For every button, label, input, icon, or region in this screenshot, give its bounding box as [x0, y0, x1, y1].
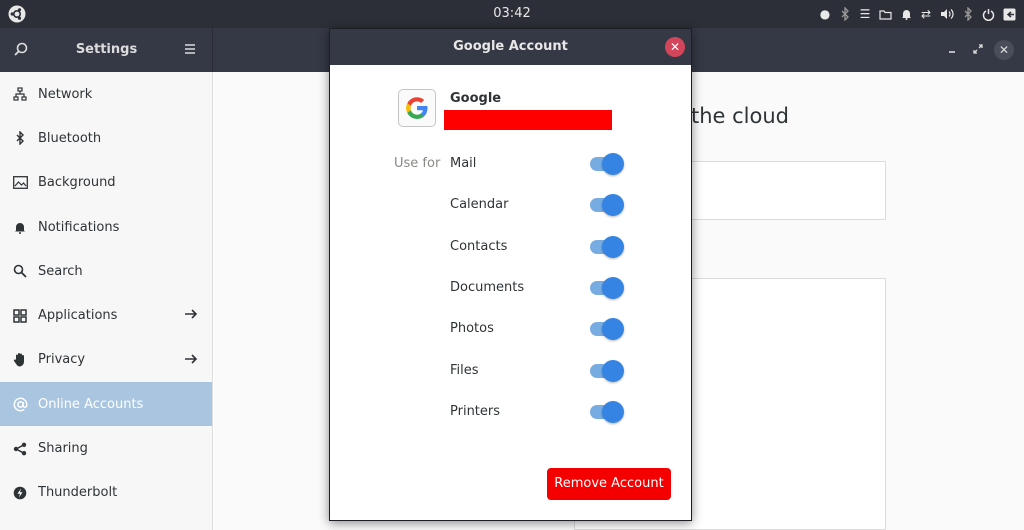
top-panel: 03:42 ● ☰ ⇄	[0, 0, 1024, 28]
dialog-header: Google Account ✕	[330, 29, 691, 65]
network-icon[interactable]: ⇄	[920, 0, 932, 28]
dialog-close-icon[interactable]: ✕	[665, 37, 685, 57]
sidebar-item-label: Notifications	[38, 219, 120, 235]
sidebar-item-label: Applications	[38, 308, 118, 324]
sidebar-item-online-accounts[interactable]: Online Accounts	[0, 382, 212, 427]
service-label: Photos	[450, 321, 494, 336]
toggle-knob	[602, 236, 624, 258]
sidebar-header: Settings	[0, 28, 213, 72]
search-icon[interactable]	[12, 41, 30, 59]
service-label: Calendar	[450, 197, 509, 212]
volume-icon[interactable]	[940, 0, 954, 28]
system-tray: ● ☰ ⇄	[819, 0, 1016, 28]
service-label: Files	[450, 363, 479, 378]
service-row-contacts: Contacts	[450, 235, 630, 259]
service-label: Contacts	[450, 239, 508, 254]
sidebar-item-label: Thunderbolt	[38, 485, 118, 501]
sidebar-item-sharing[interactable]: Sharing	[0, 426, 212, 470]
sidebar-item-label: Bluetooth	[38, 130, 102, 146]
contacts-toggle[interactable]	[590, 236, 624, 258]
at-icon	[12, 396, 28, 412]
calendar-toggle[interactable]	[590, 194, 624, 216]
grid-icon	[12, 308, 28, 324]
toggle-knob	[602, 194, 624, 216]
service-label: Printers	[450, 404, 501, 419]
toggle-knob	[602, 318, 624, 340]
minimize-icon[interactable]	[942, 40, 962, 60]
search-icon	[12, 263, 28, 279]
sidebar-item-background[interactable]: Background	[0, 161, 212, 205]
provider-name: Google	[450, 91, 502, 106]
sidebar-item-label: Search	[38, 263, 83, 279]
toggle-knob	[602, 153, 624, 175]
power-icon[interactable]	[982, 0, 995, 28]
documents-toggle[interactable]	[590, 277, 624, 299]
thunderbolt-icon	[12, 485, 28, 501]
sidebar-item-privacy[interactable]: Privacy	[0, 338, 212, 382]
bluetooth-dim-icon[interactable]	[839, 0, 851, 28]
sidebar: Network Bluetooth Background Notificatio…	[0, 72, 213, 530]
sidebar-item-bluetooth[interactable]: Bluetooth	[0, 116, 212, 160]
toggle-knob	[602, 401, 624, 423]
service-label: Documents	[450, 280, 525, 295]
network-icon	[12, 86, 28, 102]
window-title: Settings	[75, 42, 138, 57]
toggle-knob	[602, 277, 624, 299]
service-row-calendar: Calendar	[450, 193, 630, 217]
sidebar-item-label: Background	[38, 175, 116, 191]
sidebar-item-label: Online Accounts	[38, 396, 144, 412]
arrow-right-icon	[184, 352, 198, 366]
hand-icon	[12, 352, 28, 368]
bell-icon	[12, 219, 28, 235]
service-row-mail: Mail	[450, 152, 630, 176]
remove-account-button[interactable]: Remove Account	[547, 468, 671, 500]
sidebar-item-notifications[interactable]: Notifications	[0, 205, 212, 249]
bluetooth-icon	[12, 130, 28, 146]
sidebar-item-thunderbolt[interactable]: Thunderbolt	[0, 471, 212, 515]
dialog-title: Google Account	[453, 39, 568, 54]
photos-toggle[interactable]	[590, 318, 624, 340]
service-row-printers: Printers	[450, 400, 630, 424]
window-close-icon[interactable]: ✕	[994, 40, 1014, 60]
service-row-documents: Documents	[450, 276, 630, 300]
maximize-icon[interactable]	[968, 40, 988, 60]
sidebar-item-applications[interactable]: Applications	[0, 293, 212, 337]
hamburger-menu-icon[interactable]	[183, 42, 197, 56]
sidebar-item-label: Network	[38, 86, 93, 102]
record-dot-icon[interactable]: ●	[819, 0, 831, 28]
folder-icon[interactable]	[879, 0, 892, 28]
google-logo-icon	[398, 89, 436, 127]
service-label: Mail	[450, 156, 477, 171]
files-toggle[interactable]	[590, 360, 624, 382]
use-for-label: Use for	[394, 156, 441, 171]
service-row-photos: Photos	[450, 317, 630, 341]
bluetooth-icon[interactable]	[962, 0, 974, 28]
printers-toggle[interactable]	[590, 401, 624, 423]
sidebar-item-network[interactable]: Network	[0, 72, 212, 116]
service-row-files: Files	[450, 359, 630, 383]
account-name-redaction	[444, 110, 612, 130]
sidebar-item-label: Sharing	[38, 441, 88, 457]
menu-icon[interactable]: ☰	[859, 0, 871, 28]
sidebar-item-label: Privacy	[38, 352, 86, 368]
google-account-dialog: Google Account ✕ Google Use for Mail Cal…	[329, 28, 692, 521]
logout-icon[interactable]	[1003, 0, 1016, 28]
bell-icon[interactable]	[900, 0, 912, 28]
arrow-right-icon	[184, 307, 198, 321]
page-heading: the cloud	[691, 104, 790, 128]
share-icon	[12, 441, 28, 457]
mail-toggle[interactable]	[590, 153, 624, 175]
sidebar-item-search[interactable]: Search	[0, 249, 212, 293]
image-icon	[12, 175, 28, 191]
toggle-knob	[602, 360, 624, 382]
